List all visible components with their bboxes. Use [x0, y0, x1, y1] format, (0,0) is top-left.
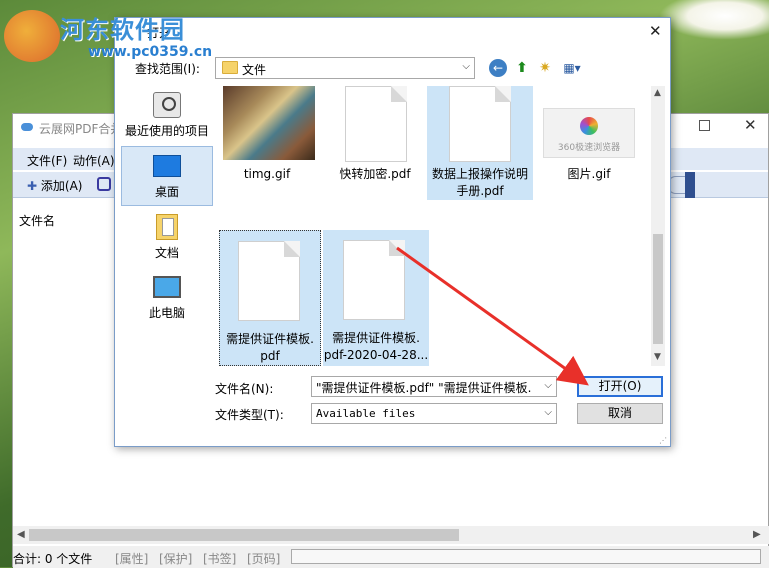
place-label: 最近使用的项目 [124, 124, 209, 138]
file-name-line1: 数据上报操作说明 [431, 167, 528, 181]
scroll-thumb[interactable] [653, 234, 663, 344]
toolbar-square-button[interactable] [97, 177, 111, 191]
pdf-file-icon [449, 86, 511, 162]
file-type-value: Available files [316, 407, 416, 420]
folder-icon [222, 61, 238, 74]
cancel-button[interactable]: 取消 [577, 403, 663, 424]
watermark-title: 河东软件园 [60, 15, 185, 44]
file-name-label: 文件名(N): [215, 382, 274, 396]
recent-items-icon [153, 92, 181, 118]
file-item[interactable]: 快转加密.pdf [325, 86, 425, 198]
file-count: 合计: 0 个文件 [13, 552, 93, 566]
view-menu-icon[interactable]: ▦▾ [559, 58, 585, 78]
page-number-button[interactable]: [页码] [247, 550, 280, 567]
scroll-down-icon[interactable]: ▼ [654, 352, 661, 362]
menu-action[interactable]: 动作(A) [73, 152, 115, 169]
place-label: 文档 [154, 246, 179, 260]
places-bar: 最近使用的项目 桌面 文档 此电脑 [121, 88, 213, 368]
place-label: 桌面 [154, 185, 179, 199]
place-desktop[interactable]: 桌面 [121, 146, 213, 206]
file-name-line1: 需提供证件模板. [226, 332, 314, 346]
watermark-logo [4, 10, 60, 62]
file-name-input[interactable]: "需提供证件模板.pdf" "需提供证件模板. ⌵ [311, 376, 557, 397]
resize-grip-icon[interactable]: ⋰ [659, 436, 667, 445]
file-item[interactable]: 数据上报操作说明 手册.pdf [427, 86, 533, 200]
scroll-right-icon[interactable]: ▶ [753, 529, 761, 540]
pdf-file-icon [238, 241, 300, 321]
look-in-combobox[interactable]: 文件 ⌵ [215, 57, 475, 79]
app-close-button[interactable]: ✕ [744, 116, 757, 134]
pdf-file-icon [343, 240, 405, 320]
toolbar-dropdown[interactable] [685, 172, 695, 198]
file-item[interactable]: 需提供证件模板. pdf-2020-04-28... [323, 230, 429, 366]
look-in-label: 查找范围(I): [135, 62, 200, 76]
pdf-file-icon [345, 86, 407, 162]
status-bar: 合计: 0 个文件 [属性] [保护] [书签] [页码] [13, 546, 769, 568]
properties-button[interactable]: [属性] [115, 550, 148, 567]
dialog-close-button[interactable]: ✕ [649, 22, 662, 40]
browser-thumbnail: 360极速浏览器 [543, 108, 635, 158]
open-file-dialog: 打开 ✕ 查找范围(I): 文件 ⌵ ← ⬆ ✷ ▦▾ 最近使用的项目 桌面 文… [114, 17, 671, 447]
file-name: 快转加密.pdf [339, 167, 411, 181]
chevron-down-icon: ⌵ [544, 407, 552, 418]
desktop-icon [153, 155, 181, 177]
bookmark-button[interactable]: [书签] [203, 550, 236, 567]
scroll-thumb[interactable] [29, 529, 459, 541]
file-type-label: 文件类型(T): [215, 408, 284, 422]
cloud-icon [21, 123, 33, 131]
menu-file[interactable]: 文件(F) [27, 152, 67, 169]
place-label: 此电脑 [148, 306, 185, 320]
file-name-line2: 手册.pdf [456, 184, 504, 198]
browser-logo-icon [580, 117, 598, 135]
back-icon[interactable]: ← [489, 59, 507, 77]
file-name-line1: 需提供证件模板. [332, 331, 420, 345]
documents-icon [156, 214, 178, 240]
column-header-filename[interactable]: 文件名 [19, 212, 55, 229]
thumbnail-caption: 360极速浏览器 [557, 143, 621, 153]
protect-button[interactable]: [保护] [159, 550, 192, 567]
watermark-url: www.pc0359.cn [88, 44, 213, 60]
chevron-down-icon[interactable]: ⌵ [544, 380, 552, 391]
chevron-down-icon: ⌵ [462, 61, 470, 72]
place-recent[interactable]: 最近使用的项目 [121, 90, 213, 144]
file-name-line2: pdf-2020-04-28... [323, 348, 429, 362]
file-type-select[interactable]: Available files ⌵ [311, 403, 557, 424]
file-item[interactable]: 需提供证件模板. pdf [219, 230, 321, 366]
file-name: 图片.gif [567, 167, 611, 181]
file-list: timg.gif 快转加密.pdf 数据上报操作说明 手册.pdf 360极速浏… [213, 86, 665, 366]
file-name-value: "需提供证件模板.pdf" "需提供证件模板. [316, 381, 532, 395]
add-button[interactable]: ✚ 添加(A) [27, 177, 82, 194]
file-name: timg.gif [243, 167, 291, 181]
add-label: 添加(A) [40, 179, 83, 193]
file-item[interactable]: timg.gif [213, 86, 321, 198]
maximize-button[interactable] [699, 120, 710, 131]
scroll-up-icon[interactable]: ▲ [654, 88, 661, 98]
background-flower [659, 0, 769, 40]
place-documents[interactable]: 文档 [121, 214, 213, 266]
vertical-scrollbar[interactable]: ▲ ▼ [651, 86, 665, 366]
file-item[interactable]: 360极速浏览器 图片.gif [539, 86, 639, 198]
up-folder-icon[interactable]: ⬆ [512, 58, 532, 78]
new-folder-icon[interactable]: ✷ [535, 58, 555, 78]
progress-bar [291, 549, 761, 564]
plus-icon: ✚ [27, 179, 38, 193]
image-thumbnail [223, 86, 315, 160]
horizontal-scrollbar[interactable]: ◀ ▶ [13, 526, 769, 544]
scroll-left-icon[interactable]: ◀ [17, 529, 25, 540]
this-pc-icon [153, 276, 181, 298]
place-this-pc[interactable]: 此电脑 [121, 276, 213, 328]
app-title: 云展网PDF合并 [39, 122, 123, 136]
look-in-value: 文件 [242, 63, 267, 77]
file-name-line2: pdf [260, 349, 280, 363]
open-button[interactable]: 打开(O) [577, 376, 663, 397]
